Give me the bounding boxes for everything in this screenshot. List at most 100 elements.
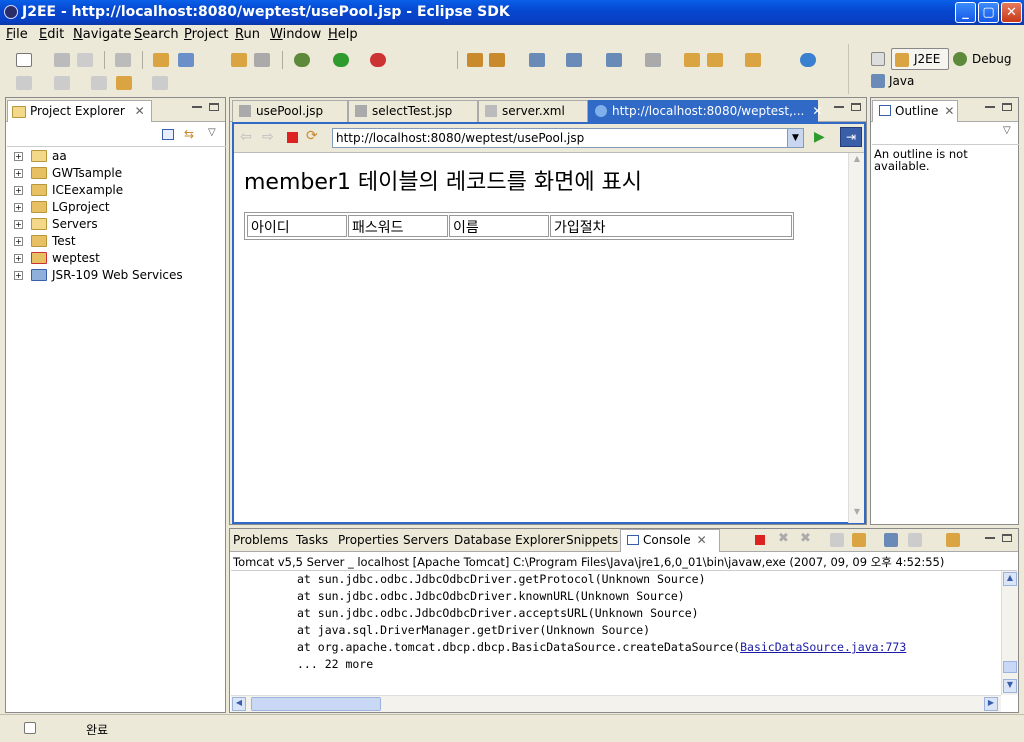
tab-servers[interactable]: Servers: [403, 533, 449, 547]
new-project-icon[interactable]: [153, 53, 169, 67]
tree-item-jsr109[interactable]: + JSR-109 Web Services: [14, 268, 183, 282]
tab-selecttest-jsp[interactable]: selectTest.jsp: [348, 100, 478, 122]
open-console-icon[interactable]: [946, 533, 960, 547]
display-console-icon[interactable]: [908, 533, 922, 547]
tree-item-weptest[interactable]: + weptest: [14, 251, 100, 265]
go-icon[interactable]: ▶: [814, 129, 825, 145]
console-horizontal-scrollbar[interactable]: ◀ ▶: [231, 695, 1001, 712]
perspective-java[interactable]: Java: [889, 74, 914, 88]
expand-icon[interactable]: +: [14, 203, 23, 212]
expand-icon[interactable]: +: [14, 169, 23, 178]
tab-snippets[interactable]: Snippets: [566, 533, 618, 547]
scroll-thumb[interactable]: [251, 697, 381, 711]
view-menu-icon[interactable]: ▽: [1003, 125, 1011, 136]
scroll-down-icon[interactable]: ▼: [1003, 679, 1017, 693]
expand-icon[interactable]: +: [14, 237, 23, 246]
tab-problems[interactable]: Problems: [233, 533, 288, 547]
tree-item-gwtsample[interactable]: + GWTsample: [14, 166, 122, 180]
scroll-thumb[interactable]: [1003, 661, 1017, 673]
fast-view-icon[interactable]: [24, 722, 36, 734]
tab-console[interactable]: Console ✕: [620, 529, 720, 552]
pencil-icon[interactable]: [707, 53, 723, 67]
tab-tasks[interactable]: Tasks: [296, 533, 328, 547]
history-icon[interactable]: [16, 76, 32, 90]
annotation-icon[interactable]: [54, 76, 70, 90]
tab-outline[interactable]: Outline ✕: [872, 100, 958, 122]
document-icon[interactable]: [645, 53, 661, 67]
url-field[interactable]: http://localhost:8080/weptest/usePool.js…: [332, 128, 804, 148]
tree-item-test[interactable]: + Test: [14, 234, 76, 248]
expand-icon[interactable]: +: [14, 220, 23, 229]
forward-icon[interactable]: ⇨: [262, 129, 274, 145]
link-editor-icon[interactable]: ⇆: [184, 128, 198, 140]
tab-project-explorer[interactable]: Project Explorer ✕: [7, 100, 152, 122]
collapse-all-icon[interactable]: [162, 129, 174, 140]
minimize-icon[interactable]: [834, 106, 844, 108]
open-perspective-icon[interactable]: [871, 52, 885, 66]
open-type-icon[interactable]: [231, 53, 247, 67]
forward-icon[interactable]: [152, 76, 168, 90]
vertical-scrollbar[interactable]: ▲ ▼: [848, 153, 864, 523]
close-button[interactable]: ✕: [1001, 2, 1022, 23]
console-vertical-scrollbar[interactable]: ▲ ▼: [1001, 571, 1018, 695]
perspective-j2ee[interactable]: J2EE: [891, 48, 949, 70]
maximize-icon[interactable]: [209, 103, 219, 111]
stack-trace-link[interactable]: BasicDataSource.java:773: [740, 640, 906, 654]
scroll-lock-icon[interactable]: [852, 533, 866, 547]
minimize-button[interactable]: _: [955, 2, 976, 23]
open-folder-icon[interactable]: [684, 53, 700, 67]
menu-edit[interactable]: Edit: [39, 27, 64, 42]
expand-icon[interactable]: +: [14, 254, 23, 263]
globe-icon[interactable]: [800, 53, 816, 67]
close-icon[interactable]: ✕: [697, 533, 707, 547]
remove-all-icon[interactable]: ✖: [800, 531, 811, 546]
new-icon[interactable]: [16, 53, 32, 67]
menu-file[interactable]: File: [6, 27, 28, 42]
tab-browser[interactable]: http://localhost:8080/weptest,... ✕: [588, 100, 822, 122]
scroll-up-icon[interactable]: ▲: [850, 154, 864, 168]
scroll-left-icon[interactable]: ◀: [232, 697, 246, 711]
build-icon[interactable]: [115, 53, 131, 67]
menu-help[interactable]: Help: [328, 27, 358, 42]
tab-database-explorer[interactable]: Database Explorer: [454, 533, 565, 547]
pin-console-icon[interactable]: [884, 533, 898, 547]
debug-icon[interactable]: [294, 53, 310, 67]
back-icon[interactable]: ⇦: [240, 129, 252, 145]
url-dropdown-icon[interactable]: ▼: [787, 129, 803, 147]
stop-icon[interactable]: [287, 132, 298, 143]
edit-icon[interactable]: [489, 53, 505, 67]
expand-icon[interactable]: +: [14, 152, 23, 161]
menu-run[interactable]: Run: [235, 27, 260, 42]
maximize-icon[interactable]: [851, 103, 861, 111]
tab-properties[interactable]: Properties: [338, 533, 399, 547]
last-edit-icon[interactable]: [91, 76, 107, 90]
refresh-icon[interactable]: [529, 53, 545, 67]
close-icon[interactable]: ✕: [135, 104, 145, 118]
menu-search[interactable]: Search: [134, 27, 179, 42]
scroll-right-icon[interactable]: ▶: [984, 697, 998, 711]
tab-usepool-jsp[interactable]: usePool.jsp: [232, 100, 348, 122]
tab-server-xml[interactable]: server.xml: [478, 100, 588, 122]
clear-console-icon[interactable]: [830, 533, 844, 547]
maximize-icon[interactable]: [1002, 534, 1012, 542]
tree-item-lgproject[interactable]: + LGproject: [14, 200, 110, 214]
wizard-icon[interactable]: [467, 53, 483, 67]
sync-icon[interactable]: [566, 53, 582, 67]
menu-window[interactable]: Window: [270, 27, 321, 42]
tree-item-aa[interactable]: + aa: [14, 149, 67, 163]
minimize-icon[interactable]: [985, 106, 995, 108]
deploy-icon[interactable]: [606, 53, 622, 67]
console-output[interactable]: at sun.jdbc.odbc.JdbcOdbcDriver.getProto…: [231, 571, 1001, 695]
perspective-debug[interactable]: Debug: [972, 52, 1011, 66]
new-server-icon[interactable]: [178, 53, 194, 67]
folder-icon[interactable]: [745, 53, 761, 67]
open-resource-icon[interactable]: [254, 53, 270, 67]
scroll-down-icon[interactable]: ▼: [850, 507, 864, 521]
terminate-icon[interactable]: [755, 535, 765, 545]
close-icon[interactable]: ✕: [944, 104, 954, 118]
minimize-icon[interactable]: [192, 106, 202, 108]
print-icon[interactable]: [77, 53, 93, 67]
open-external-icon[interactable]: ⇥: [840, 127, 862, 147]
external-tools-icon[interactable]: [370, 53, 386, 67]
save-icon[interactable]: [54, 53, 70, 67]
